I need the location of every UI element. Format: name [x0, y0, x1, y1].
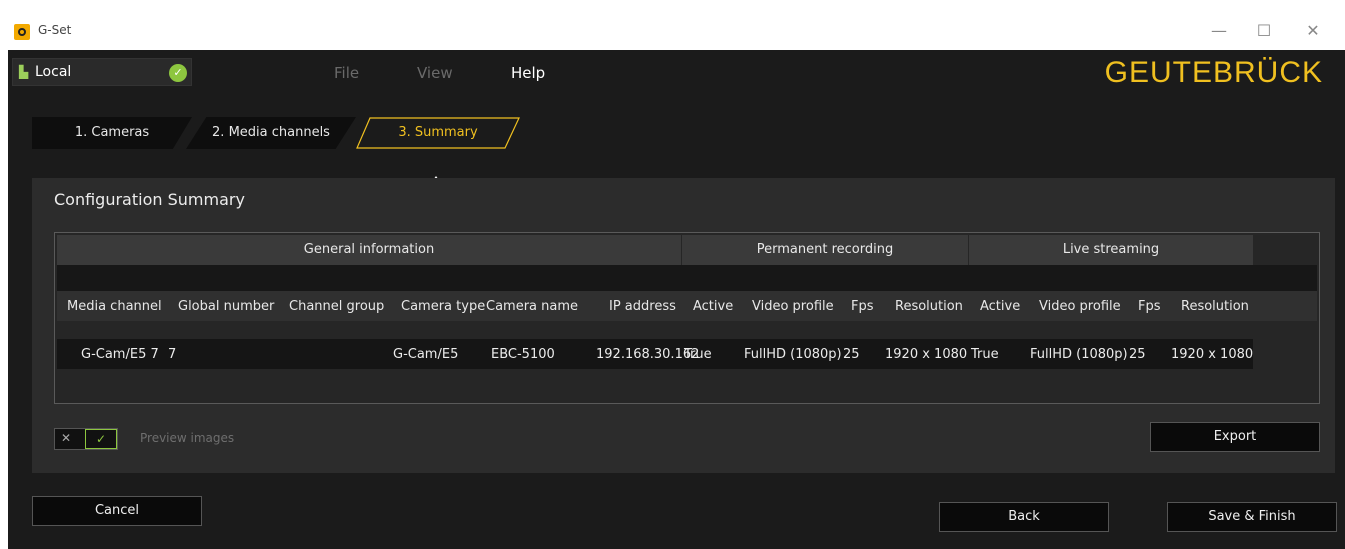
- col-global-number[interactable]: Global number: [178, 299, 274, 314]
- cell-live-active: True: [971, 347, 999, 362]
- close-button[interactable]: ✕: [1298, 18, 1328, 44]
- app-window: ▙ Local ✓ File View Help GEUTEBRÜCK 1. C…: [8, 50, 1345, 549]
- preview-images-label: Preview images: [140, 431, 235, 445]
- toggle-off-icon: ✕: [61, 431, 72, 445]
- minimize-button[interactable]: —: [1204, 18, 1234, 44]
- panel-title: Configuration Summary: [54, 190, 245, 209]
- col-live-active[interactable]: Active: [980, 299, 1020, 314]
- col-perm-fps[interactable]: Fps: [851, 299, 874, 314]
- tab-label: 1. Cameras: [74, 125, 150, 140]
- app-logo-icon: [14, 24, 30, 40]
- col-ip-address[interactable]: IP address: [609, 299, 676, 314]
- connected-check-icon: ✓: [169, 64, 187, 82]
- summary-panel: Configuration Summary General informatio…: [32, 178, 1335, 473]
- cell-camera-name: EBC-5100: [491, 347, 555, 362]
- col-live-fps[interactable]: Fps: [1138, 299, 1161, 314]
- save-finish-button[interactable]: Save & Finish: [1167, 502, 1337, 532]
- col-live-video-profile[interactable]: Video profile: [1039, 299, 1121, 314]
- cell-live-video-profile: FullHD (1080p): [1030, 347, 1128, 362]
- menu-view[interactable]: View: [417, 64, 453, 82]
- col-perm-active[interactable]: Active: [693, 299, 733, 314]
- col-media-channel[interactable]: Media channel: [67, 299, 162, 314]
- server-icon: ▙: [19, 65, 29, 79]
- col-live-resolution[interactable]: Resolution: [1181, 299, 1249, 314]
- tab-cameras[interactable]: 1. Cameras: [32, 117, 192, 149]
- window-titlebar: G-Set — ☐ ✕: [8, 14, 1345, 50]
- group-header-live: Live streaming: [969, 235, 1253, 265]
- cell-live-resolution: 1920 x 1080: [1171, 347, 1254, 362]
- connection-selector[interactable]: ▙ Local ✓: [12, 58, 192, 86]
- cell-perm-active: True: [684, 347, 712, 362]
- preview-images-toggle[interactable]: ✕ ✓: [54, 428, 118, 450]
- cancel-button[interactable]: Cancel: [32, 496, 202, 526]
- col-camera-type[interactable]: Camera type: [401, 299, 485, 314]
- cell-media-channel: G-Cam/E5 7: [81, 347, 159, 362]
- connection-label: Local: [35, 64, 72, 80]
- group-header-permanent: Permanent recording: [682, 235, 968, 265]
- cell-perm-video-profile: FullHD (1080p): [744, 347, 842, 362]
- summary-table: General information Permanent recording …: [54, 232, 1320, 404]
- col-perm-video-profile[interactable]: Video profile: [752, 299, 834, 314]
- header-spacer: [57, 265, 1317, 291]
- back-button[interactable]: Back: [939, 502, 1109, 532]
- col-camera-name[interactable]: Camera name: [486, 299, 578, 314]
- tab-media-channels[interactable]: 2. Media channels: [186, 117, 356, 149]
- cell-global-number: 7: [168, 347, 177, 362]
- tab-summary[interactable]: 3. Summary: [356, 117, 520, 149]
- cell-perm-resolution: 1920 x 1080: [885, 347, 968, 362]
- group-header-general: General information: [57, 235, 681, 265]
- menu-file[interactable]: File: [334, 64, 359, 82]
- window-title: G-Set: [38, 23, 72, 37]
- cell-perm-fps: 25: [843, 347, 860, 362]
- toggle-on-check-icon: ✓: [85, 429, 117, 449]
- col-perm-resolution[interactable]: Resolution: [895, 299, 963, 314]
- cell-camera-type: G-Cam/E5: [393, 347, 459, 362]
- cell-live-fps: 25: [1129, 347, 1146, 362]
- tab-label: 3. Summary: [398, 125, 478, 140]
- export-button[interactable]: Export: [1150, 422, 1320, 452]
- col-channel-group[interactable]: Channel group: [289, 299, 384, 314]
- tab-label: 2. Media channels: [212, 125, 330, 140]
- brand-logo: GEUTEBRÜCK: [1104, 56, 1323, 89]
- menu-help[interactable]: Help: [511, 64, 545, 82]
- maximize-button[interactable]: ☐: [1249, 18, 1279, 44]
